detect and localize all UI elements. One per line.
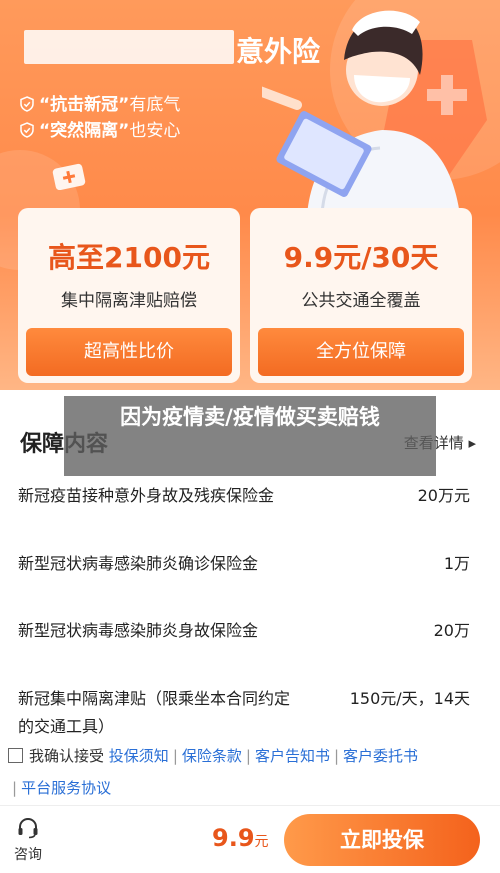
benefit-amount: 9.9元/30天 — [283, 241, 439, 274]
coverage-row: 新型冠状病毒感染肺炎确诊保险金 1万 — [18, 550, 474, 606]
first-aid-kit-icon — [52, 163, 86, 190]
benefit-description: 集中隔离津贴赔偿 — [61, 291, 197, 311]
link-separator: | — [333, 747, 340, 765]
consult-label: 咨询 — [14, 847, 42, 863]
slogan-rest: 也安心 — [129, 121, 181, 141]
slogan-rest: 有底气 — [129, 95, 181, 115]
blurred-title — [24, 30, 234, 64]
agreement-prefix: 我确认接受 — [29, 747, 105, 765]
coverage-item-value: 20万 — [433, 621, 470, 640]
value-button[interactable]: 超高性比价 — [26, 328, 232, 376]
buy-now-button[interactable]: 立即投保 — [284, 814, 480, 866]
link-separator: | — [12, 779, 18, 797]
price-value: 9.9 — [212, 824, 255, 852]
slogan-highlight: “突然隔离” — [39, 121, 130, 141]
benefit-amount: 高至2100元 — [48, 241, 210, 274]
benefit-card: 9.9元/30天 公共交通全覆盖 全方位保障 — [250, 208, 472, 383]
coverage-item-value: 150元/天，14天 — [349, 689, 470, 708]
shield-check-icon — [20, 122, 34, 138]
coverage-item-value: 20万元 — [417, 486, 470, 505]
coverage-item-value: 1万 — [443, 554, 470, 573]
benefit-card: 高至2100元 集中隔离津贴赔偿 超高性比价 — [18, 208, 240, 383]
coverage-row: 新冠集中隔离津贴（限乘坐本合同约定的交通工具） 150元/天，14天 — [18, 685, 474, 741]
link-separator: | — [172, 747, 178, 765]
slogan-line: “突然隔离”也安心 — [20, 116, 180, 141]
overlay-caption: 因为疫情卖/疫情做买卖赔钱 — [64, 396, 436, 476]
coverage-item-label: 新型冠状病毒感染肺炎身故保险金 — [18, 621, 259, 640]
benefit-description: 公共交通全覆盖 — [301, 291, 421, 311]
slogan-highlight: “抗击新冠” — [39, 95, 130, 115]
price-display: 9.9元 — [212, 824, 269, 852]
link-disclosure[interactable]: 客户告知书 — [255, 747, 330, 765]
link-terms[interactable]: 保险条款 — [182, 747, 242, 765]
hero-banner: 意外险 “抗击新冠”有底气 “突然隔离”也安心 高至2100元 集中隔离津贴赔偿… — [0, 0, 500, 390]
coverage-item-label: 新型冠状病毒感染肺炎确诊保险金 — [18, 554, 259, 573]
headset-icon — [18, 817, 38, 839]
consult-button[interactable]: 咨询 — [8, 816, 48, 864]
coverage-row: 新冠疫苗接种意外身故及残疾保险金 20万元 — [18, 482, 474, 538]
coverage-item-label: 新冠集中隔离津贴（限乘坐本合同约定的交通工具） — [18, 689, 291, 736]
link-authorization[interactable]: 客户委托书 — [343, 747, 418, 765]
coverage-row: 新型冠状病毒感染肺炎身故保险金 20万 — [18, 617, 474, 673]
link-platform-agreement[interactable]: 平台服务协议 — [21, 779, 111, 797]
agree-checkbox[interactable] — [8, 748, 23, 763]
bottom-action-bar: 咨询 9.9元 立即投保 — [0, 805, 500, 873]
price-unit: 元 — [254, 834, 269, 850]
slogan-line: “抗击新冠”有底气 — [20, 90, 180, 115]
coverage-item-label: 新冠疫苗接种意外身故及残疾保险金 — [18, 486, 275, 505]
agreement-block: 我确认接受 投保须知 | 保险条款 | 客户告知书 | 客户委托书 | 平台服务协议 — [8, 740, 492, 804]
coverage-button[interactable]: 全方位保障 — [258, 328, 464, 376]
link-separator: | — [245, 747, 251, 765]
shield-check-icon — [20, 96, 34, 112]
link-notice[interactable]: 投保须知 — [109, 747, 169, 765]
nurse-illustration — [262, 10, 487, 215]
highlight-cards: 高至2100元 集中隔离津贴赔偿 超高性比价 9.9元/30天 公共交通全覆盖 … — [18, 208, 474, 383]
